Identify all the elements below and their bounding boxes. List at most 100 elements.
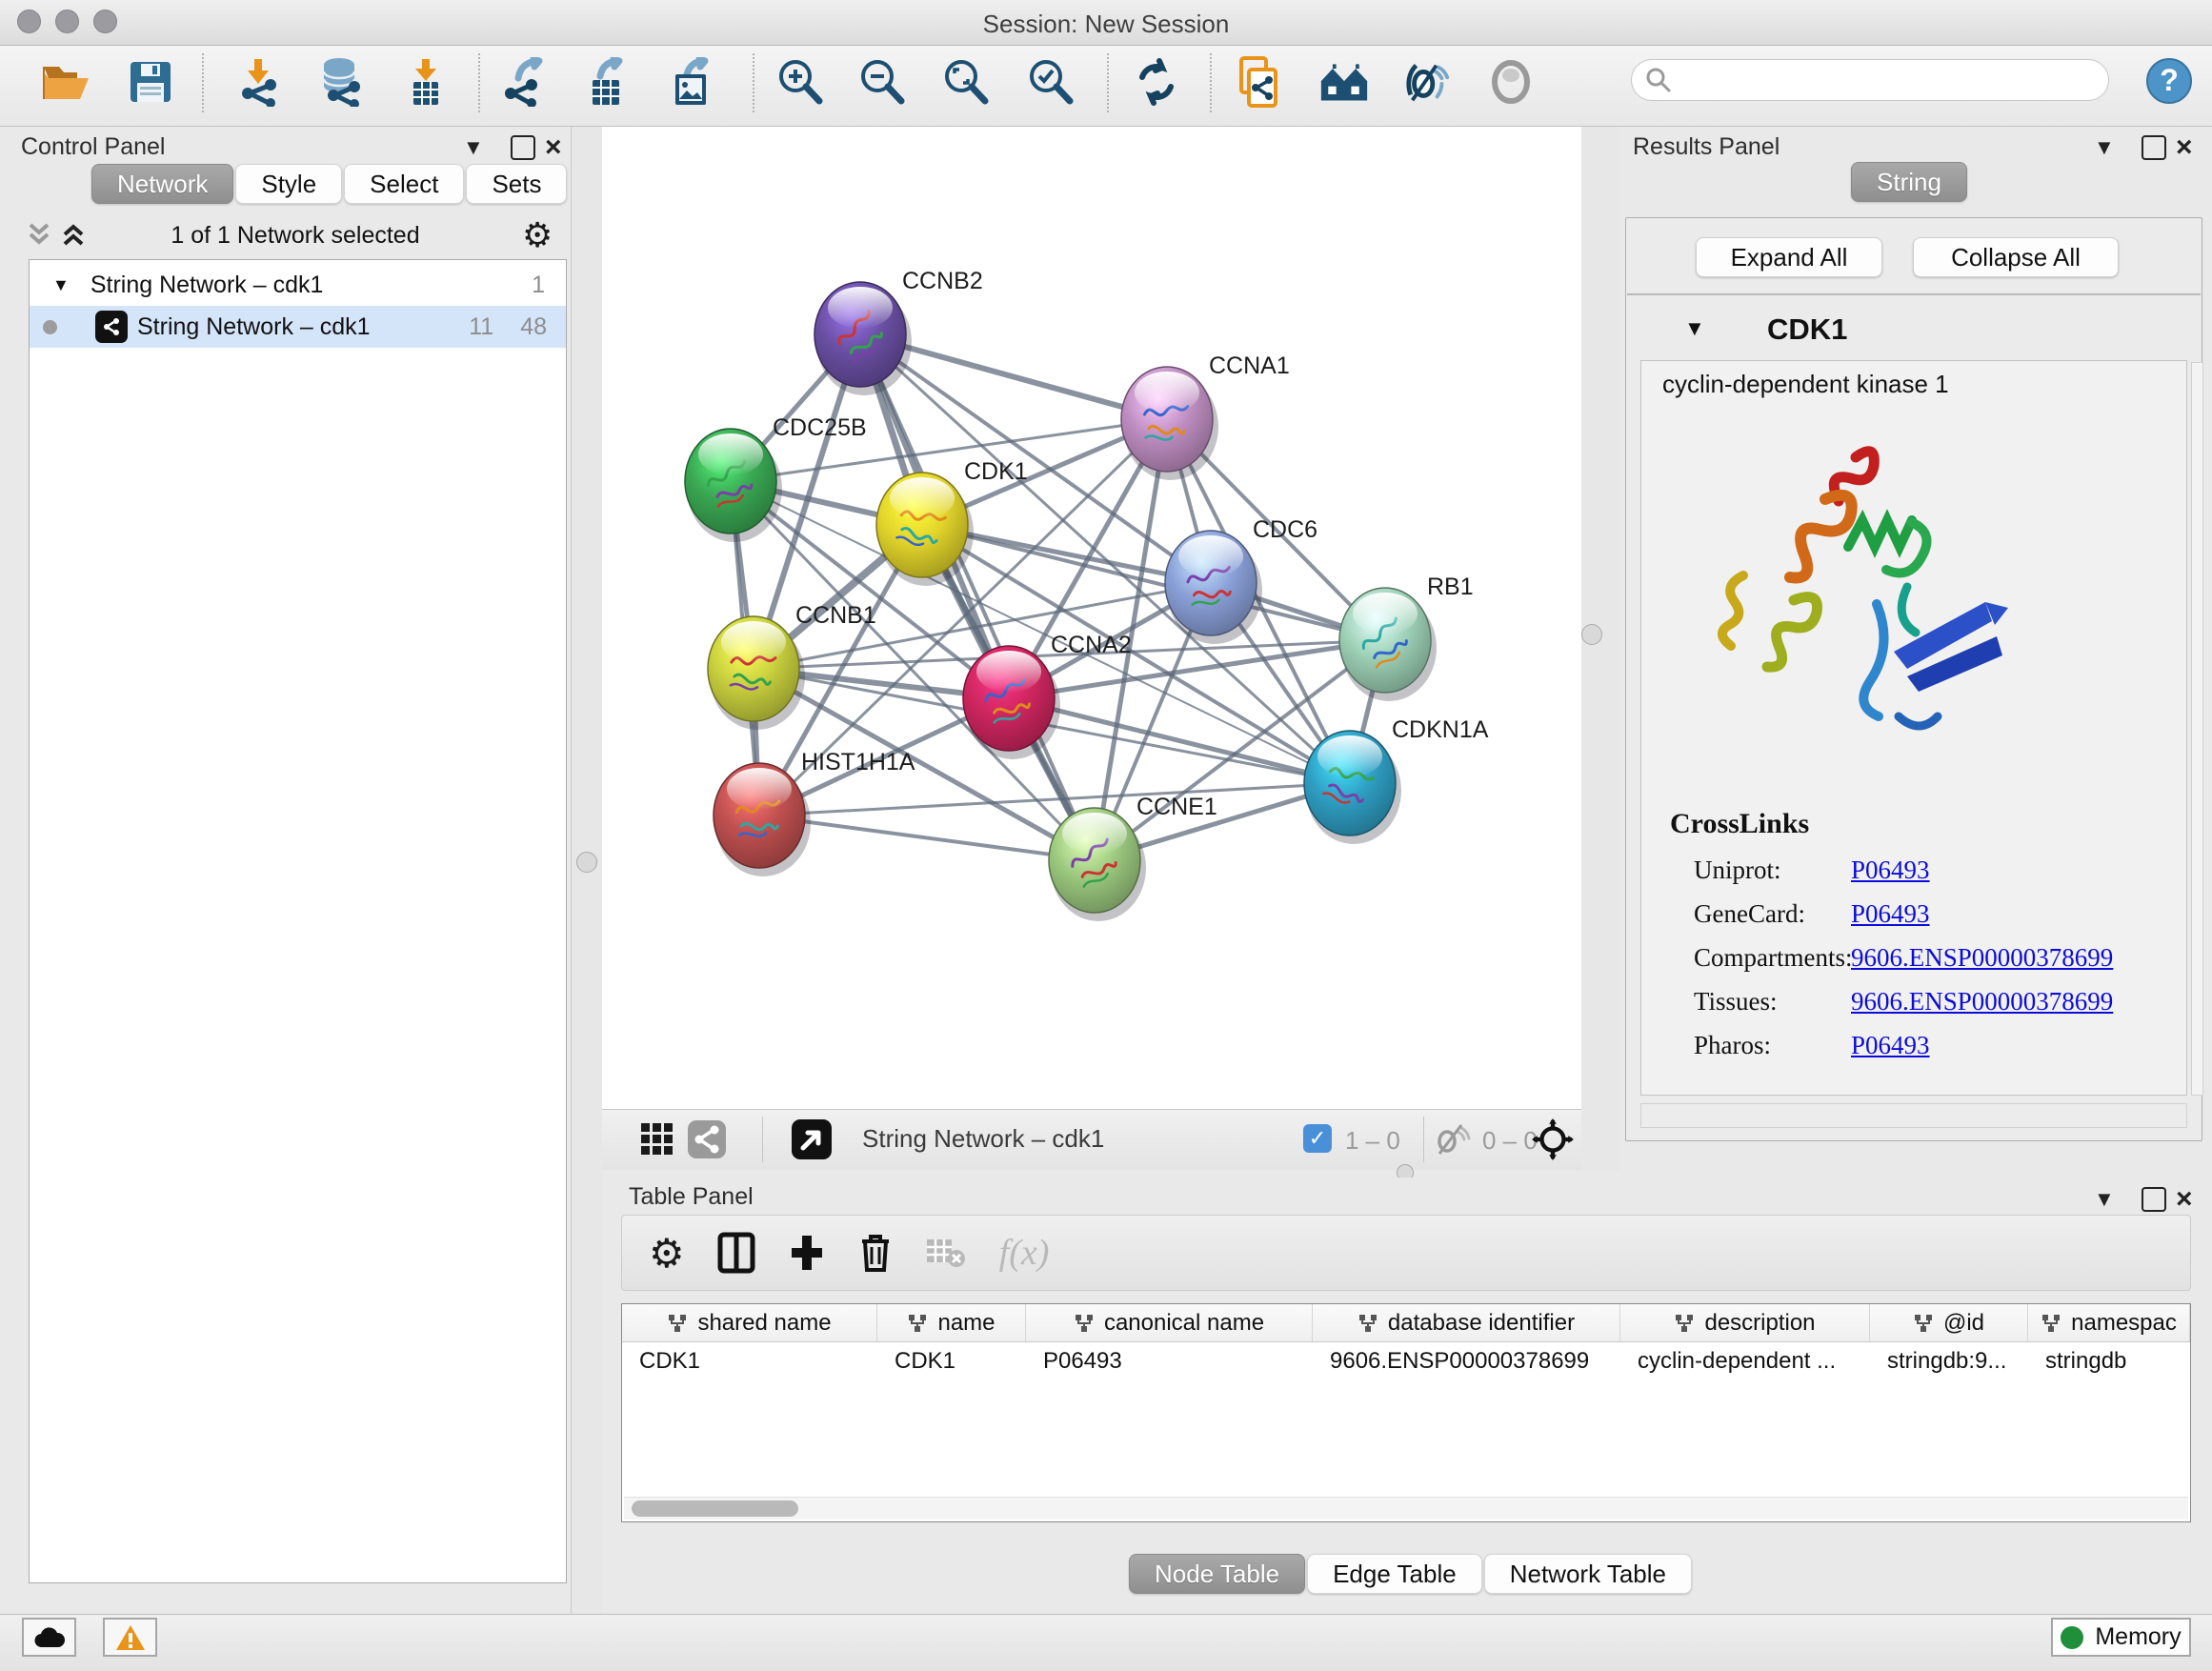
table-cell[interactable]: stringdb	[2028, 1342, 2190, 1380]
import-network-database-icon[interactable]	[314, 57, 364, 107]
tab-edge-table[interactable]: Edge Table	[1307, 1554, 1482, 1594]
control-panel-float-icon[interactable]	[511, 135, 535, 160]
zoom-selected-icon[interactable]	[1026, 57, 1076, 107]
column-header-namespac[interactable]: namespac	[2028, 1304, 2190, 1341]
network-node-cdk1[interactable]: CDK1	[876, 458, 1028, 586]
crosslink-link[interactable]: P06493	[1851, 856, 1930, 885]
network-node-cdc6[interactable]: CDC6	[1165, 516, 1317, 644]
crosslink-link[interactable]: P06493	[1851, 899, 1930, 929]
results-panel-close-icon[interactable]: ×	[2176, 131, 2193, 164]
open-documents-icon[interactable]	[1235, 57, 1284, 107]
results-panel-float-icon[interactable]	[2142, 135, 2166, 160]
add-column-icon[interactable]	[788, 1232, 826, 1274]
search-box[interactable]	[1631, 59, 2109, 101]
tab-network[interactable]: Network	[91, 164, 233, 204]
table-cell[interactable]: P06493	[1026, 1342, 1313, 1380]
column-header-database-identifier[interactable]: database identifier	[1313, 1304, 1620, 1341]
expand-all-tree-icon[interactable]	[59, 217, 88, 252]
tab-select[interactable]: Select	[344, 164, 464, 204]
network-node-ccne1[interactable]: CCNE1	[1049, 794, 1217, 921]
export-network-icon[interactable]	[500, 57, 550, 107]
tab-string[interactable]: String	[1851, 162, 1967, 202]
network-node-ccna2[interactable]: CCNA2	[963, 632, 1132, 759]
zoom-in-icon[interactable]	[775, 57, 825, 107]
delete-column-icon[interactable]	[858, 1232, 893, 1274]
crosslink-link[interactable]: 9606.ENSP00000378699	[1851, 943, 2113, 973]
table-cell[interactable]: CDK1	[877, 1342, 1026, 1380]
table-row[interactable]: CDK1CDK1P064939606.ENSP00000378699cyclin…	[622, 1342, 2190, 1380]
left-splitter-handle[interactable]	[576, 852, 597, 873]
tab-node-table[interactable]: Node Table	[1129, 1554, 1305, 1594]
network-node-rb1[interactable]: RB1	[1339, 574, 1474, 701]
network-node-ccnb2[interactable]: CCNB2	[814, 268, 983, 395]
network-canvas[interactable]: CCNB2CCNA1CDC25BCDK1CDC6RB1CCNB1CCNA2CDK…	[602, 127, 1581, 1109]
network-node-ccna1[interactable]: CCNA1	[1121, 352, 1290, 480]
crosslink-link[interactable]: P06493	[1851, 1031, 1930, 1060]
column-header-shared-name[interactable]: shared name	[622, 1304, 877, 1341]
column-header-description[interactable]: description	[1620, 1304, 1870, 1341]
right-splitter-handle[interactable]	[1581, 624, 1602, 645]
cdk1-section-title[interactable]: CDK1	[1767, 312, 1847, 347]
control-panel-close-icon[interactable]: ×	[545, 131, 562, 164]
cloud-status-button[interactable]	[22, 1618, 76, 1657]
results-horizontal-scrollbar[interactable]	[1640, 1103, 2187, 1128]
node-table[interactable]: shared namenamecanonical namedatabase id…	[621, 1303, 2191, 1522]
tab-style[interactable]: Style	[235, 164, 342, 204]
results-vertical-scrollbar[interactable]	[2191, 362, 2203, 1096]
table-panel-collapse-icon[interactable]: ▼	[2094, 1187, 2115, 1212]
table-cell[interactable]: 9606.ENSP00000378699	[1313, 1342, 1620, 1380]
table-scrollbar-thumb[interactable]	[632, 1500, 798, 1517]
table-cell[interactable]: stringdb:9...	[1870, 1342, 2028, 1380]
open-session-icon[interactable]	[40, 57, 90, 107]
show-eye-icon[interactable]	[1486, 57, 1536, 107]
network-options-gear-icon[interactable]: ⚙	[522, 215, 553, 255]
export-table-icon[interactable]	[582, 57, 632, 107]
collapse-all-tree-icon[interactable]	[25, 217, 53, 252]
network-tree-child-row[interactable]: String Network – cdk1 11 48	[30, 306, 566, 348]
delete-table-icon[interactable]	[925, 1236, 967, 1270]
save-session-icon[interactable]	[126, 57, 175, 107]
table-settings-gear-icon[interactable]: ⚙	[649, 1230, 685, 1277]
network-edge[interactable]	[860, 334, 1095, 860]
zoom-out-icon[interactable]	[857, 57, 907, 107]
refresh-icon[interactable]	[1132, 57, 1181, 107]
table-horizontal-scrollbar[interactable]	[624, 1497, 2188, 1520]
function-builder-icon[interactable]: f(x)	[999, 1232, 1050, 1274]
table-panel-close-icon[interactable]: ×	[2176, 1183, 2193, 1216]
network-node-cdc25b[interactable]: CDC25B	[685, 414, 867, 542]
selected-checkbox-icon[interactable]: ✓	[1303, 1124, 1332, 1153]
table-panel-float-icon[interactable]	[2142, 1187, 2166, 1212]
results-panel-collapse-icon[interactable]: ▼	[2094, 135, 2115, 160]
memory-button[interactable]: Memory	[2051, 1618, 2191, 1657]
tree-expand-icon[interactable]: ▼	[52, 275, 70, 295]
network-tree-root-row[interactable]: ▼ String Network – cdk1 1	[30, 264, 566, 306]
table-cell[interactable]: cyclin-dependent ...	[1620, 1342, 1870, 1380]
column-header-canonical-name[interactable]: canonical name	[1026, 1304, 1313, 1341]
right-splitter[interactable]	[1581, 127, 1619, 1170]
string-share-icon[interactable]	[686, 1118, 728, 1160]
export-image-icon[interactable]	[667, 57, 716, 107]
tab-network-table[interactable]: Network Table	[1484, 1554, 1692, 1594]
expand-all-button[interactable]: Expand All	[1696, 237, 1882, 277]
zoom-fit-icon[interactable]	[941, 57, 991, 107]
column-header-id[interactable]: @id	[1870, 1304, 2028, 1341]
help-icon[interactable]: ?	[2145, 57, 2193, 105]
cdk1-section-collapse-icon[interactable]: ▼	[1684, 316, 1705, 341]
hide-results-glasses-icon[interactable]	[1403, 57, 1453, 107]
search-input[interactable]	[1672, 66, 2081, 94]
control-panel-collapse-icon[interactable]: ▼	[463, 135, 484, 160]
crosslink-link[interactable]: 9606.ENSP00000378699	[1851, 987, 2113, 1017]
overview-grid-icon[interactable]	[636, 1118, 678, 1160]
collapse-all-button[interactable]: Collapse All	[1913, 237, 2119, 277]
birdseye-view-icon[interactable]	[791, 1118, 833, 1160]
import-network-file-icon[interactable]	[233, 57, 283, 107]
column-header-name[interactable]: name	[877, 1304, 1026, 1341]
network-node-cdkn1a[interactable]: CDKN1A	[1304, 716, 1489, 844]
string-home-icon[interactable]	[1319, 57, 1369, 107]
warning-status-button[interactable]	[103, 1618, 157, 1657]
table-cell[interactable]: CDK1	[622, 1342, 877, 1380]
show-columns-icon[interactable]	[717, 1232, 755, 1274]
import-table-icon[interactable]	[401, 57, 451, 107]
tab-sets[interactable]: Sets	[466, 164, 567, 204]
fit-crosshair-icon[interactable]	[1532, 1118, 1574, 1160]
